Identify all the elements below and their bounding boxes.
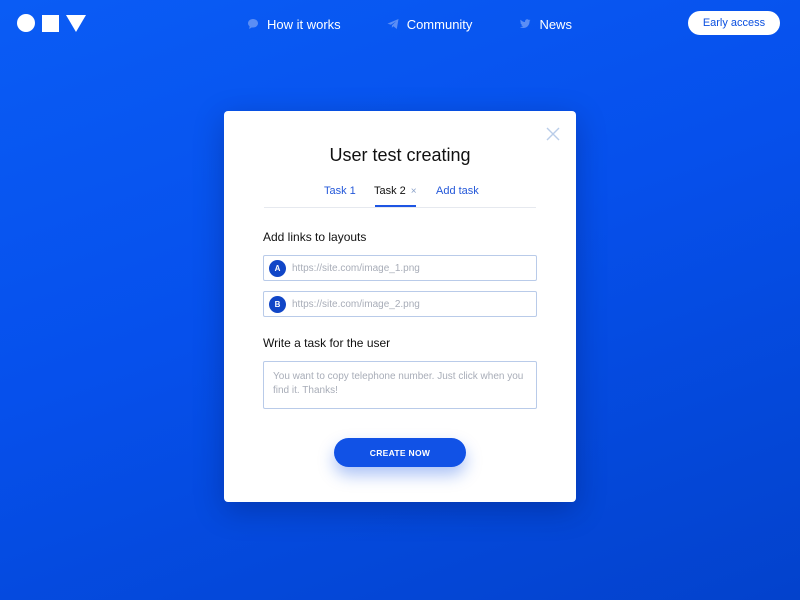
telegram-icon <box>387 19 399 29</box>
create-now-button[interactable]: CREATE NOW <box>334 438 466 467</box>
task-textarea[interactable] <box>263 361 537 409</box>
links-label: Add links to layouts <box>263 230 367 244</box>
nav-community-label: Community <box>406 16 473 32</box>
nav-how-it-works[interactable]: How it works <box>247 15 341 33</box>
logo[interactable] <box>17 14 86 32</box>
nav-news-label: News <box>539 16 572 32</box>
early-access-button[interactable]: Early access <box>688 11 780 35</box>
tab-task-2[interactable]: Task 2 × <box>374 185 417 197</box>
twitter-icon <box>520 19 531 28</box>
logo-triangle <box>66 14 86 32</box>
layout-link-a-field: A <box>263 255 537 281</box>
task-label: Write a task for the user <box>263 336 391 350</box>
close-icon[interactable] <box>546 127 560 141</box>
tab-close-icon[interactable]: × <box>411 186 417 197</box>
chat-bubble-icon <box>248 19 258 29</box>
nav-community[interactable]: Community <box>387 15 473 33</box>
active-tab-indicator <box>375 205 416 207</box>
modal-title: User test creating <box>329 145 471 165</box>
logo-circle <box>17 14 35 32</box>
add-task-tab[interactable]: Add task <box>436 185 479 197</box>
layout-link-b-input[interactable] <box>292 298 522 310</box>
top-nav: How it works Community News <box>247 15 572 33</box>
layout-link-a-input[interactable] <box>292 262 522 274</box>
logo-square <box>42 14 59 32</box>
badge-b: B <box>269 295 286 313</box>
tab-task-2-label: Task 2 <box>374 185 406 197</box>
nav-news[interactable]: News <box>519 15 572 33</box>
badge-a: A <box>269 259 286 277</box>
nav-how-it-works-label: How it works <box>267 16 341 32</box>
create-test-modal: User test creating Task 1 Task 2 × Add ta… <box>224 111 576 502</box>
layout-link-b-field: B <box>263 291 537 317</box>
task-tabs: Task 1 Task 2 × Add task <box>264 183 536 208</box>
tab-task-1[interactable]: Task 1 <box>324 185 356 197</box>
